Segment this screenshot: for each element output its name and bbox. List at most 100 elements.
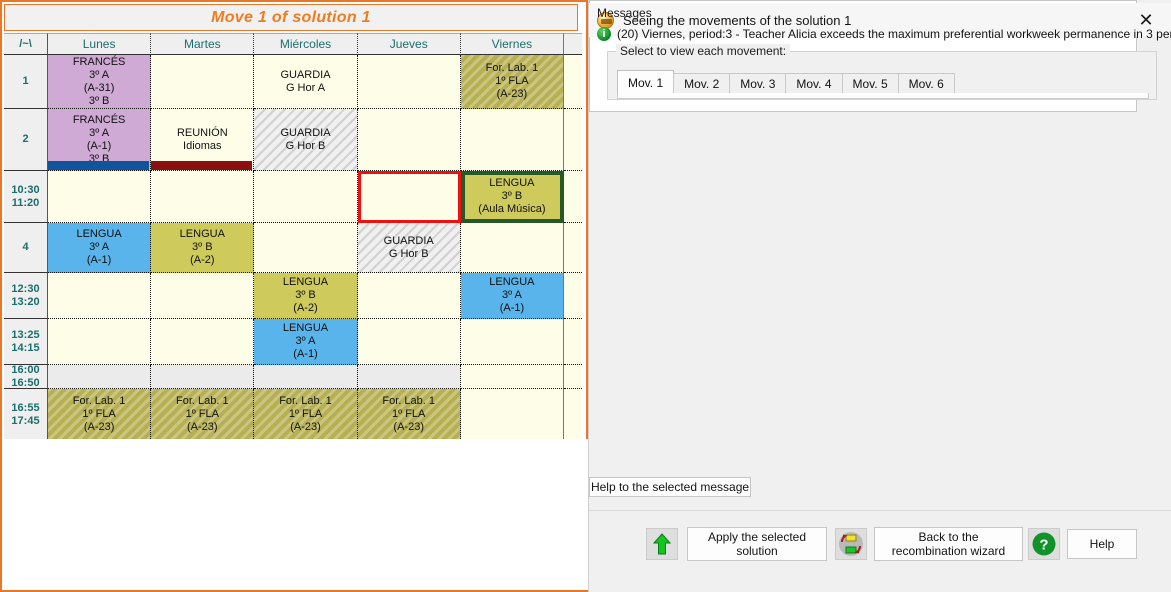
timetable-cell[interactable] <box>460 319 565 365</box>
apply-selected-solution-button[interactable]: Apply the selected solution <box>687 527 827 561</box>
timetable-cell[interactable] <box>48 171 152 223</box>
timetable-cell[interactable]: LENGUA 3º B (A-2) <box>254 273 358 319</box>
timetable-cell[interactable] <box>357 319 461 365</box>
timetable-cell[interactable]: For. Lab. 1 1º FLA (A-23) <box>48 389 152 441</box>
timetable-cell-partial[interactable] <box>564 319 583 365</box>
back-line-2: recombination wizard <box>891 544 1006 558</box>
timetable-cell[interactable] <box>460 389 565 441</box>
timetable-cell-line: 3º B <box>501 190 523 202</box>
timetable-cell[interactable] <box>254 171 358 223</box>
timetable-cell[interactable]: REUNIÓN Idiomas <box>151 109 255 171</box>
movement-tab-2[interactable]: Mov. 2 <box>673 73 731 94</box>
movement-tab-3[interactable]: Mov. 3 <box>729 73 787 94</box>
timetable-cell-partial[interactable] <box>564 389 583 441</box>
timetable-cell-line: (A-1) <box>86 139 112 152</box>
timetable-cell[interactable]: FRANCÉS 3º A (A-1) 3º B <box>48 109 152 171</box>
day-header-martes[interactable]: Martes <box>151 33 255 55</box>
timetable-cell-line: (A-1) <box>86 254 112 266</box>
movement-tab-4[interactable]: Mov. 4 <box>785 73 843 94</box>
timetable-cell-line: 1º FLA <box>392 408 426 420</box>
timetable-cell-line: (A-23) <box>393 421 424 433</box>
timetable-titlebar: Move 1 of solution 1 <box>4 4 578 31</box>
timetable-cell-line: 1º FLA <box>185 408 219 420</box>
timetable-time-label: 16:00 16:50 <box>4 364 48 389</box>
day-header-jueves[interactable]: Jueves <box>357 33 461 55</box>
timetable-cell-line: LENGUA <box>179 228 225 240</box>
timetable-cell[interactable] <box>48 365 152 389</box>
timetable-cell-line: GUARDIA <box>280 126 331 139</box>
day-header-lunes[interactable]: Lunes <box>48 33 152 55</box>
timetable-cell[interactable]: LENGUA 3º B (A-2) <box>151 223 255 273</box>
timetable-cell[interactable] <box>460 223 565 273</box>
recombine-icon[interactable] <box>835 528 867 560</box>
timetable-cell[interactable]: LENGUA 3º A (A-1) <box>254 319 358 365</box>
timetable-cell[interactable]: LENGUA 3º B (Aula Música) <box>460 171 565 223</box>
timetable-cell[interactable] <box>460 109 565 171</box>
timetable-cell[interactable] <box>151 365 255 389</box>
timetable-cell[interactable] <box>357 55 461 109</box>
timetable-row: 16:00 16:50 <box>4 364 583 389</box>
timetable-corner-label: /~\ <box>4 33 48 55</box>
timetable-cell[interactable] <box>254 365 358 389</box>
timetable-cell[interactable] <box>357 365 461 389</box>
timetable-cell[interactable] <box>254 223 358 273</box>
timetable-cell-line: Idiomas <box>183 139 222 152</box>
timetable-cell-partial[interactable] <box>564 171 583 223</box>
timetable-cell[interactable]: FRANCÉS 3º A (A-31) 3º B <box>48 55 152 109</box>
timetable-cell[interactable] <box>151 171 255 223</box>
timetable-cell-marker <box>48 161 150 170</box>
timetable-cell[interactable]: LENGUA 3º A (A-1) <box>460 273 565 319</box>
timetable-cell-line: For. Lab. 1 <box>176 395 229 407</box>
timetable-cell[interactable] <box>357 171 461 223</box>
timetable-cell-partial[interactable] <box>564 223 583 273</box>
movement-tab-5[interactable]: Mov. 5 <box>841 73 899 94</box>
timetable-grid[interactable]: /~\ Lunes Martes Miércoles Jueves Vierne… <box>4 33 583 441</box>
timetable-cell[interactable]: GUARDIA G Hor B <box>357 223 461 273</box>
dialog-title: Seeing the movements of the solution 1 <box>623 12 852 28</box>
timetable-rows: 1 FRANCÉS 3º A (A-31) 3º B GUARDIA G Hor A For.… <box>4 55 583 441</box>
day-header-viernes[interactable]: Viernes <box>460 33 565 55</box>
timetable-cell[interactable] <box>357 109 461 171</box>
timetable-cell[interactable]: LENGUA 3º A (A-1) <box>48 223 152 273</box>
timetable-cell[interactable]: For. Lab. 1 1º FLA (A-23) <box>460 55 565 109</box>
timetable-cell-line: For. Lab. 1 <box>279 395 332 407</box>
movement-tabs[interactable]: Mov. 1 Mov. 2 Mov. 3 Mov. 4 Mov. 5 Mov. 6 <box>617 70 955 94</box>
green-up-arrow-icon[interactable] <box>646 528 678 560</box>
timetable-cell[interactable] <box>48 273 152 319</box>
timetable-cell[interactable] <box>48 319 152 365</box>
timetable-time-label: 4 <box>4 223 48 273</box>
question-mark-icon[interactable]: ? <box>1028 528 1060 560</box>
timetable-cell[interactable]: GUARDIA G Hor A <box>254 55 358 109</box>
movement-tab-1[interactable]: Mov. 1 <box>617 70 675 94</box>
timetable-cell[interactable]: For. Lab. 1 1º FLA (A-23) <box>357 389 461 441</box>
day-header-miercoles[interactable]: Miércoles <box>254 33 358 55</box>
timetable-cell-line: (A-23) <box>187 421 218 433</box>
timetable-cell[interactable]: For. Lab. 1 1º FLA (A-23) <box>254 389 358 441</box>
timetable-cell-partial[interactable] <box>564 55 583 109</box>
timetable-cell[interactable] <box>151 55 255 109</box>
timetable-time-label: 12:30 13:20 <box>4 273 48 319</box>
timetable-cell-partial[interactable] <box>564 273 583 319</box>
timetable-cell-partial[interactable] <box>564 365 583 389</box>
timetable-cell-line: FRANCÉS <box>72 113 126 126</box>
back-to-recombination-wizard-button[interactable]: Back to the recombination wizard <box>874 527 1023 561</box>
timetable-cell-line: (Aula Música) <box>478 203 546 215</box>
timetable-cell[interactable] <box>357 273 461 319</box>
timetable-cell[interactable] <box>460 365 565 389</box>
timetable-cell[interactable]: For. Lab. 1 1º FLA (A-23) <box>151 389 255 441</box>
timetable-cell[interactable] <box>151 319 255 365</box>
timetable-cell-line: LENGUA <box>489 276 535 288</box>
message-item[interactable]: i (20) Viernes, period:3 - Teacher Alici… <box>597 27 1171 41</box>
timetable-cell-line: (A-31) <box>83 81 115 94</box>
timetable-cell-line: (A-1) <box>499 302 525 314</box>
timetable-cell-partial[interactable] <box>564 109 583 171</box>
svg-text:?: ? <box>1039 537 1048 554</box>
timetable-cell-line: 3º B <box>295 289 316 301</box>
timetable-cell[interactable] <box>151 273 255 319</box>
timetable-cell-line: 1º FLA <box>495 75 529 87</box>
movement-tab-6[interactable]: Mov. 6 <box>897 73 955 94</box>
timetable-cell[interactable]: GUARDIA G Hor B <box>254 109 358 171</box>
help-selected-message-button[interactable]: Help to the selected message <box>589 477 751 497</box>
timetable-cell-line: (A-23) <box>496 88 528 100</box>
help-button[interactable]: Help <box>1067 529 1137 559</box>
